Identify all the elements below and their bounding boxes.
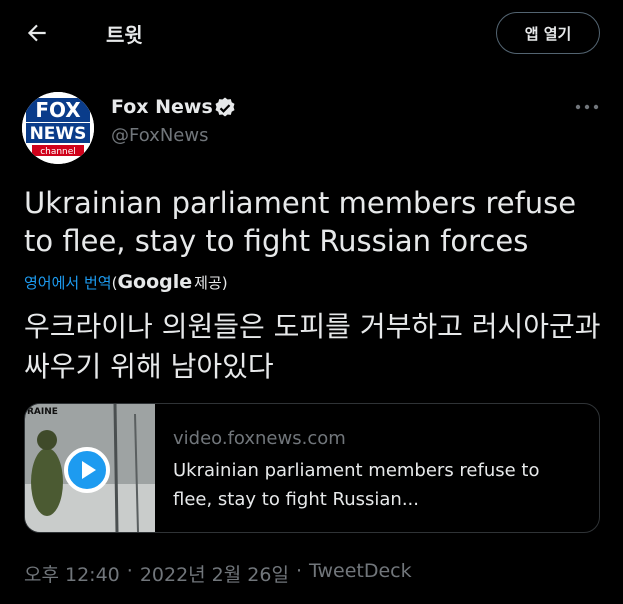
verified-badge-icon [215,97,235,117]
page-title: 트윗 [106,23,143,47]
link-card[interactable]: RAINE video.foxnews.com Ukrainian parlia… [24,403,600,533]
logo-text-channel: channel [40,147,76,157]
thumbnail-label: RAINE [27,407,58,417]
open-app-button[interactable]: 앱 열기 [496,12,600,54]
tweet-metadata: 오후 12:40 · 2022년 2월 26일 · TweetDeck [24,560,412,587]
tweet-time[interactable]: 오후 12:40 [24,560,120,587]
translate-suffix: 제공) [194,274,228,292]
translation-attribution: 영어에서 번역 ( Google 제공) [24,271,228,293]
fox-news-logo-icon: FOX NEWS channel [22,92,94,164]
card-title: Ukrainian parliament members refuse to f… [173,460,540,510]
translate-link[interactable]: 영어에서 번역 [24,272,112,293]
video-thumbnail[interactable]: RAINE [25,404,155,532]
author-handle[interactable]: @FoxNews [111,125,208,146]
google-label: Google [117,271,193,293]
avatar[interactable]: FOX NEWS channel [22,92,94,164]
tweet-source[interactable]: TweetDeck [309,560,412,587]
back-arrow-icon[interactable] [24,20,50,46]
logo-text-news: NEWS [30,124,87,144]
meta-separator: · [295,560,302,582]
translated-text: 우크라이나 의원들은 도피를 거부하고 러시아군과 싸우기 위해 남아있다 [24,310,601,383]
play-icon[interactable] [64,447,110,493]
logo-text-fox: FOX [35,98,81,122]
top-bar: 트윗 앱 열기 [0,0,623,66]
tweet-date[interactable]: 2022년 2월 26일 [140,560,289,587]
meta-separator: · [126,560,133,582]
more-options-icon[interactable] [574,98,600,116]
author-name[interactable]: Fox News [111,96,213,118]
tweet-text: Ukrainian parliament members refuse to f… [24,186,577,258]
card-domain: video.foxnews.com [173,428,346,449]
